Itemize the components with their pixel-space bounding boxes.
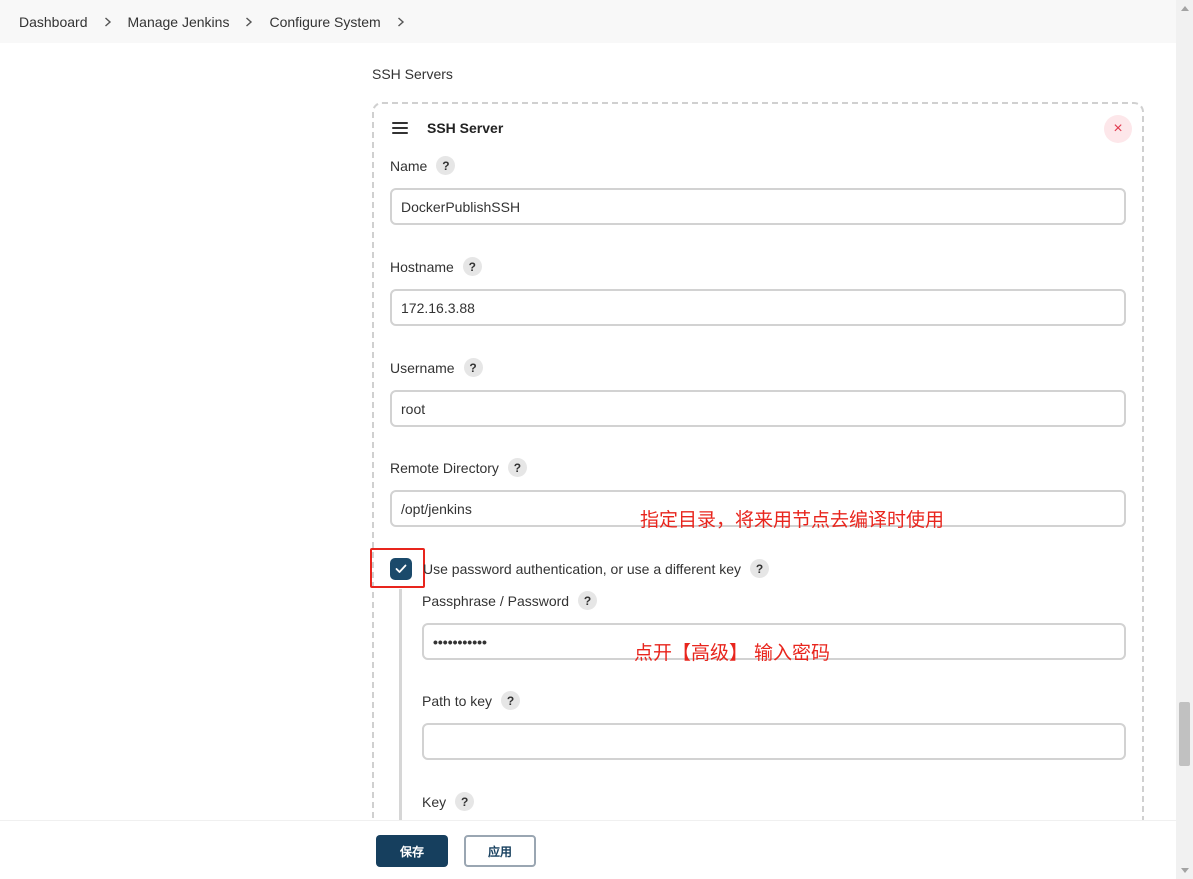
username-label: Username ? [390,358,483,377]
help-icon[interactable]: ? [578,591,598,610]
apply-button[interactable]: 应用 [464,835,536,867]
path-to-key-label-text: Path to key [422,692,493,709]
chevron-right-icon [104,16,112,27]
help-icon[interactable]: ? [750,559,770,578]
chevron-right-icon[interactable] [397,16,405,27]
card-title: SSH Server [427,120,504,136]
remote-directory-label-text: Remote Directory [390,459,499,476]
save-button[interactable]: 保存 [376,835,448,867]
scroll-up-arrow-icon[interactable] [1181,6,1189,11]
breadcrumb-dashboard[interactable]: Dashboard [19,14,88,30]
hostname-label-text: Hostname [390,258,454,275]
password-auth-label-text[interactable]: Use password authentication, or use a di… [423,561,741,577]
password-auth-label[interactable]: Use password authentication, or use a di… [423,559,770,578]
form-footer: 保存 应用 [0,820,1176,879]
annotation-password: 点开【高级】 输入密码 [634,642,831,664]
chevron-right-icon [245,16,253,27]
section-title-ssh-servers: SSH Servers [372,66,453,82]
help-icon[interactable]: ? [501,691,521,710]
passphrase-label-text: Passphrase / Password [422,592,570,609]
breadcrumb-manage-jenkins[interactable]: Manage Jenkins [128,14,230,30]
close-button[interactable]: × [1104,115,1132,143]
passphrase-label: Passphrase / Password ? [422,591,598,610]
remote-directory-label: Remote Directory ? [390,458,527,477]
username-input[interactable]: root [390,390,1126,427]
scrollbar-thumb[interactable] [1179,702,1190,766]
password-auth-checkbox[interactable] [390,558,412,580]
name-label: Name ? [390,156,456,175]
username-label-text: Username [390,359,455,376]
key-label: Key ? [422,792,475,811]
hostname-label: Hostname ? [390,257,482,276]
hostname-input[interactable]: 172.16.3.88 [390,289,1126,326]
nested-section-bar [399,589,402,829]
drag-handle-icon[interactable] [392,122,408,134]
page-scrollbar[interactable] [1176,0,1193,879]
check-icon [395,564,407,573]
path-to-key-label: Path to key ? [422,691,521,710]
help-icon[interactable]: ? [436,156,456,175]
name-label-text: Name [390,157,428,174]
name-input[interactable]: DockerPublishSSH [390,188,1126,225]
scroll-down-arrow-icon[interactable] [1181,868,1189,873]
breadcrumb: Dashboard Manage Jenkins Configure Syste… [0,0,1176,43]
help-icon[interactable]: ? [455,792,475,811]
card-header: SSH Server [392,120,503,136]
help-icon[interactable]: ? [463,358,483,377]
key-label-text: Key [422,793,447,810]
breadcrumb-configure-system[interactable]: Configure System [269,14,380,30]
help-icon[interactable]: ? [507,458,527,477]
help-icon[interactable]: ? [462,257,482,276]
path-to-key-input[interactable] [422,723,1126,760]
annotation-remote-directory: 指定目录，将来用节点去编译时使用 [640,509,945,531]
